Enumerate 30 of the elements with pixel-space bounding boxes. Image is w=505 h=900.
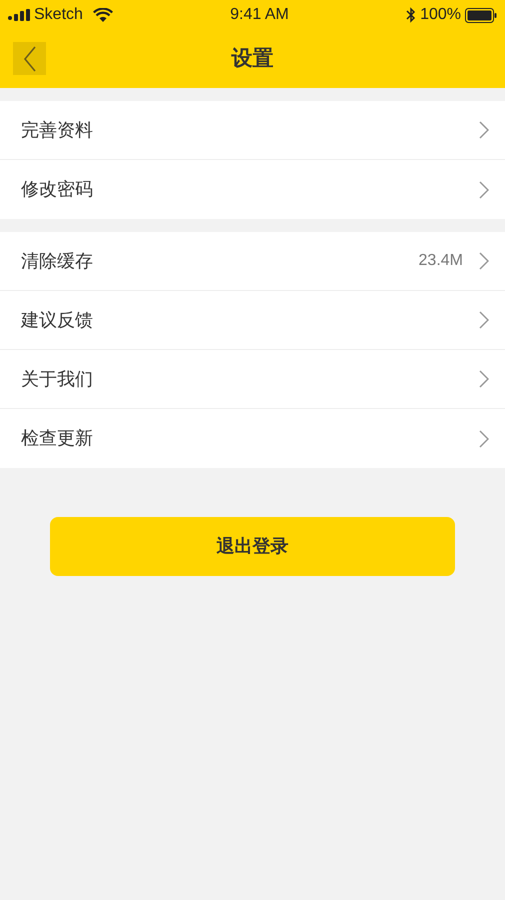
bluetooth-icon: [406, 7, 416, 23]
status-time: 9:41 AM: [230, 5, 289, 25]
back-button[interactable]: [13, 42, 46, 75]
row-label: 建议反馈: [21, 308, 94, 332]
settings-row[interactable]: 清除缓存 23.4M: [0, 232, 505, 291]
battery-percent: 100%: [420, 5, 461, 25]
signal-icon: [8, 9, 30, 21]
page-title: 设置: [232, 46, 274, 72]
row-label: 关于我们: [21, 368, 94, 390]
settings-row[interactable]: 建议反馈: [0, 291, 505, 350]
chevron-right-icon: [479, 121, 489, 139]
chevron-right-icon: [479, 180, 489, 198]
settings-row[interactable]: 检查更新: [0, 409, 505, 468]
logout-button[interactable]: 退出登录: [50, 517, 455, 576]
row-label: 完善资料: [21, 118, 94, 142]
row-label: 清除缓存: [21, 250, 94, 272]
row-label: 修改密码: [21, 178, 94, 201]
wifi-icon: [92, 8, 113, 22]
settings-row[interactable]: 关于我们: [0, 350, 505, 409]
settings-row[interactable]: 完善资料: [0, 101, 505, 160]
chevron-right-icon: [479, 311, 489, 329]
row-value: 23.4M: [418, 251, 463, 271]
back-icon: [22, 46, 36, 72]
settings-row[interactable]: 修改密码: [0, 160, 505, 219]
chevron-right-icon: [479, 370, 489, 388]
carrier-name: Sketch: [34, 5, 83, 25]
row-label: 检查更新: [21, 427, 94, 450]
chevron-right-icon: [479, 430, 489, 448]
battery-icon: [464, 8, 497, 22]
chevron-right-icon: [479, 252, 489, 270]
